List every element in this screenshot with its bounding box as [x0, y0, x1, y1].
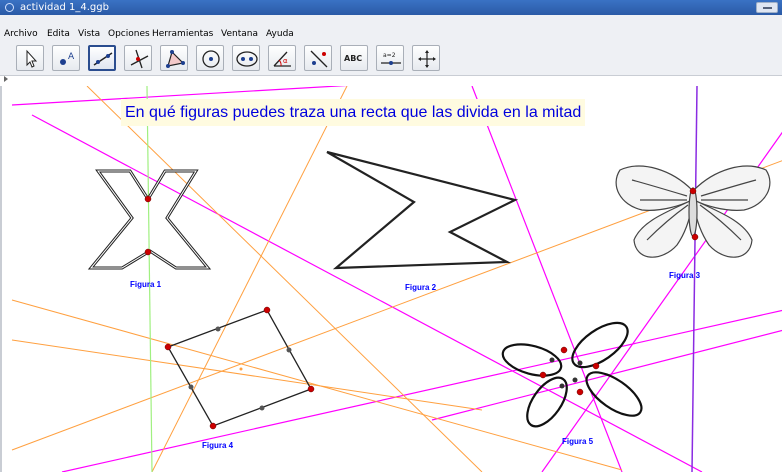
slider-icon: a=2	[381, 52, 401, 65]
angle-icon: α	[273, 51, 291, 67]
menu-opciones[interactable]: Opciones	[108, 27, 150, 41]
tool-text[interactable]: ABC	[340, 45, 368, 71]
toolbar: A α ABC a=2	[0, 41, 782, 76]
point-icon: A	[60, 52, 75, 65]
slider-icon-label: a=2	[383, 52, 396, 59]
point-icon-label: A	[68, 52, 75, 62]
menu-vista[interactable]: Vista	[78, 27, 100, 41]
orange-lines	[11, 86, 782, 472]
circle-icon	[202, 50, 220, 68]
figure-4-square[interactable]	[167, 309, 312, 427]
minimize-button[interactable]	[756, 2, 778, 13]
figure-3-butterfly[interactable]	[615, 165, 771, 258]
tool-reflect[interactable]	[304, 45, 332, 71]
tool-ellipse[interactable]	[232, 45, 260, 71]
line-icon	[93, 52, 113, 66]
ellipse-icon	[236, 51, 258, 67]
magenta-lines	[11, 86, 782, 472]
tool-angle[interactable]: α	[268, 45, 296, 71]
title-bar: actividad 1_4.ggb	[0, 0, 782, 15]
magenta-line	[471, 86, 623, 472]
figure-1-label: Figura 1	[130, 280, 162, 289]
tool-move-view[interactable]	[412, 45, 440, 71]
menu-herramientas[interactable]: Herramientas	[152, 27, 213, 41]
window-title: actividad 1_4.ggb	[20, 2, 109, 13]
figure-2-zigzag[interactable]	[326, 150, 519, 270]
tool-perpendicular[interactable]	[124, 45, 152, 71]
pointer-icon	[26, 49, 38, 68]
tool-move[interactable]	[16, 45, 44, 71]
tool-polygon[interactable]	[160, 45, 188, 71]
geogebra-app-icon	[5, 3, 14, 12]
menu-edita[interactable]: Edita	[47, 27, 70, 41]
tool-slider[interactable]: a=2	[376, 45, 404, 71]
figure-2-label: Figura 2	[405, 283, 437, 292]
center-point	[239, 367, 243, 371]
menu-strip	[0, 15, 782, 27]
question-text: En qué figuras puedes traza una recta qu…	[121, 99, 586, 126]
figure-5-flower[interactable]	[499, 314, 648, 433]
tool-point[interactable]: A	[52, 45, 80, 71]
orange-line	[11, 339, 483, 411]
green-line	[146, 86, 153, 472]
figure-5-label: Figura 5	[562, 437, 594, 446]
menu-ayuda[interactable]: Ayuda	[266, 27, 294, 41]
menu-archivo[interactable]: Archivo	[4, 27, 38, 41]
orange-line	[86, 86, 483, 472]
polygon-icon	[166, 50, 185, 68]
perpendicular-icon	[130, 49, 149, 69]
menu-ventana[interactable]: Ventana	[221, 27, 258, 41]
move-view-icon	[418, 50, 436, 68]
graphics-view[interactable]: En qué figuras puedes traza una recta qu…	[0, 86, 782, 472]
tool-line[interactable]	[88, 45, 116, 71]
figure-3-label: Figura 3	[669, 271, 701, 280]
menu-bar: Archivo Edita Vista Opciones Herramienta…	[0, 27, 782, 41]
figure-4-label: Figura 4	[202, 441, 234, 450]
text-tool-icon: ABC	[344, 54, 363, 63]
collapse-arrow-icon[interactable]	[4, 76, 8, 82]
reflect-icon	[310, 50, 328, 68]
construction-drawing	[11, 86, 782, 472]
angle-icon-label: α	[283, 57, 288, 65]
tool-circle[interactable]	[196, 45, 224, 71]
